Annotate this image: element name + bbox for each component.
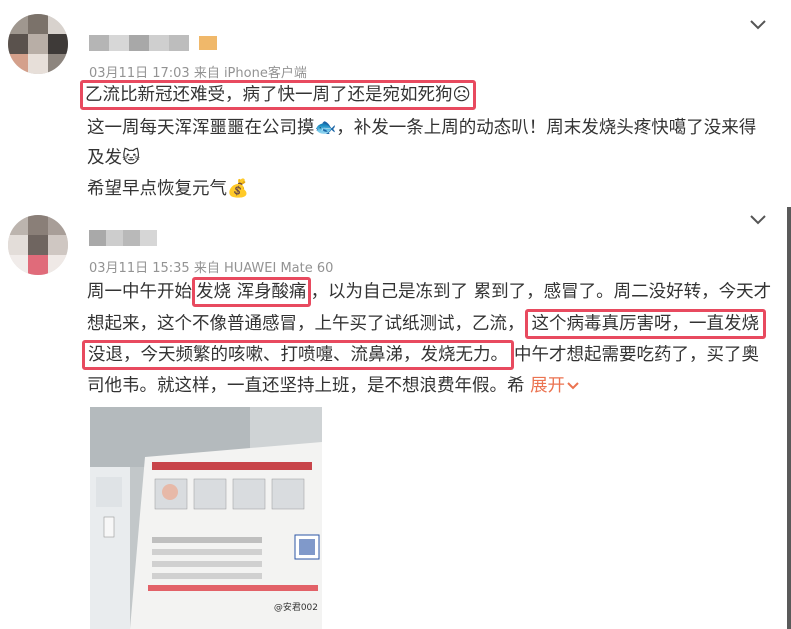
scrollbar[interactable] [787,207,791,629]
post-text: 司他韦。就这样，一直还坚持上班，是不想浪费年假。希 [87,376,531,396]
chevron-down-icon[interactable] [747,208,769,230]
post-text-line: 周一中午开始 发烧 浑身酸痛 ，以为自己是冻到了 累到了，感冒了。周二没好转，今天才 [87,277,771,307]
post-text: ，以为自己是冻到了 累到了，感冒了。周二没好转，今天才 [310,282,772,302]
post-text: 发烧 浑身酸痛 [196,282,307,302]
highlight-box: 乙流比新冠还难受，病了快一周了还是宛如死狗☹ [80,80,476,110]
post-text: 想起来，这个不像普通感冒，上午买了试纸测试，乙流， [87,314,525,334]
avatar[interactable] [8,215,68,275]
avatar-image [8,14,68,74]
chevron-down-icon[interactable] [747,13,769,35]
expand-link[interactable]: 展开 [530,376,580,396]
post-image[interactable]: @安君002 [90,407,322,629]
image-watermark: @安君002 [273,603,318,613]
highlight-box: 没退，今天频繁的咳嗽、打喷嚏、流鼻涕，发烧无力。 [82,340,514,370]
post-meta: 03月11日 15:35 来自 HUAWEI Mate 60 [89,261,334,276]
post-text-line: 及发🐱 [87,148,141,168]
highlight-box: 发烧 浑身酸痛 [192,277,311,307]
avatar[interactable] [8,14,68,74]
post-text: 乙流比新冠还难受，病了快一周了还是宛如死狗☹ [85,85,471,105]
username-blurred[interactable] [89,228,159,248]
post-text: 周一中午开始 [87,282,192,302]
post-text-line: 司他韦。就这样，一直还坚持上班，是不想浪费年假。希 展开 [87,371,580,401]
post-text: 中午才想起需要吃药了，买了奥 [514,345,759,365]
post-text-line: 这一周每天浑浑噩噩在公司摸🐟，补发一条上周的动态叭！周末发烧头疼快噶了没来得 [87,118,757,138]
post-text-line: 希望早点恢复元气💰 [87,179,249,199]
post-text: 这个病毒真厉害呀，一直发烧 [531,314,760,334]
avatar-image [8,215,68,275]
highlight-box: 这个病毒真厉害呀，一直发烧 [524,309,766,339]
post-1: 03月11日 17:03 来自 iPhone客户端 乙流比新冠还难受，病了快一周… [0,0,791,205]
post-meta: 03月11日 17:03 来自 iPhone客户端 [89,66,307,81]
post-text-line: 乙流比新冠还难受，病了快一周了还是宛如死狗☹ [80,80,476,110]
chevron-down-icon [567,382,579,390]
test-kit-photo [90,407,322,629]
expand-label: 展开 [530,376,566,396]
post-text-line: 没退，今天频繁的咳嗽、打喷嚏、流鼻涕，发烧无力。 中午才想起需要吃药了，买了奥 [82,340,759,370]
post-text: 没退，今天频繁的咳嗽、打喷嚏、流鼻涕，发烧无力。 [88,345,508,365]
post-text-line: 想起来，这个不像普通感冒，上午买了试纸测试，乙流， 这个病毒真厉害呀，一直发烧 [87,309,766,339]
username-blurred[interactable] [89,33,219,53]
